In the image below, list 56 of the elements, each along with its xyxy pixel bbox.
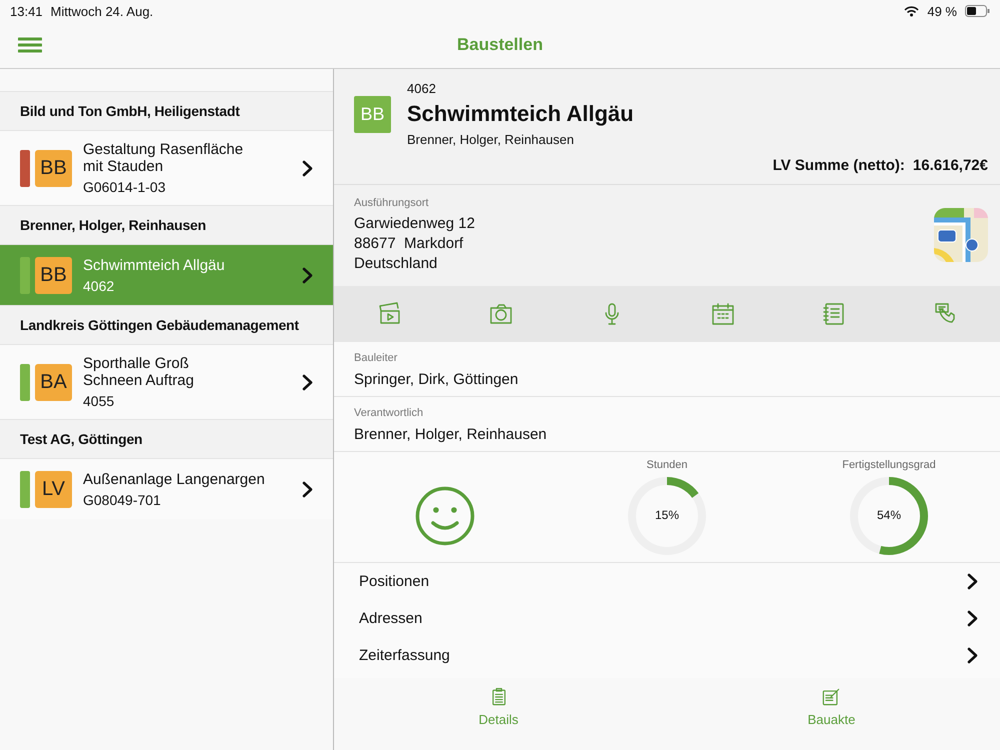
wifi-icon: [904, 6, 920, 16]
field-label: Ausführungsort: [354, 197, 430, 209]
type-badge: BA: [35, 364, 72, 400]
item-title: Gestaltung Rasenfläche mit Stauden: [83, 141, 244, 175]
battery-icon: [965, 5, 990, 17]
calendar-icon[interactable]: [710, 301, 736, 327]
chevron-icon: [967, 573, 978, 590]
group-header: Brenner, Holger, Reinhausen: [0, 205, 333, 245]
battery-percent: 49 %: [927, 4, 957, 18]
item-title: Schwimmteich Allgäu: [83, 256, 226, 274]
chevron-icon: [302, 480, 313, 498]
type-badge: BB: [35, 256, 72, 294]
address-line: Garwiedenweg 12: [354, 215, 476, 232]
item-number: 4062: [83, 278, 116, 294]
nav-row[interactable]: Positionen: [334, 563, 1000, 600]
type-badge: BB: [354, 96, 391, 132]
group-header: Test AG, Göttingen: [0, 419, 333, 459]
nav-row[interactable]: Adressen: [334, 600, 1000, 637]
status-date: Mittwoch 24. Aug.: [50, 4, 154, 18]
item-title: Sporthalle Groß Schneen Auftrag: [83, 355, 195, 389]
gauge-reading: 15%: [654, 508, 680, 522]
group-header: Landkreis Göttingen Gebäudemanagement: [0, 305, 333, 345]
type-badge: BB: [35, 150, 72, 186]
item-number: G08049-701: [83, 492, 162, 508]
chevron-icon: [967, 610, 978, 627]
group-header: Bild und Ton GmbH, Heiligenstadt: [0, 91, 333, 131]
address-line: Deutschland: [354, 255, 438, 272]
field-label: Verantwortlich: [354, 407, 424, 419]
chevron-icon: [302, 374, 313, 390]
type-badge: LV: [35, 470, 72, 508]
item-number: G06014-1-03: [83, 179, 167, 195]
nav-row[interactable]: Zeiterfassung: [334, 637, 1000, 674]
status-time: 13:41: [10, 4, 43, 18]
client-name: Brenner, Holger, Reinhausen: [407, 132, 575, 147]
item-number: 4055: [83, 393, 116, 409]
smiley-icon: [415, 486, 475, 546]
chevron-icon: [967, 647, 978, 664]
project-number: 4062: [407, 81, 437, 96]
chevron-icon: [302, 266, 313, 284]
field-value: Springer, Dirk, Göttingen: [354, 371, 520, 388]
project-title: Schwimmteich Allgäu: [407, 101, 634, 127]
sum-value: 16.616,72€: [912, 157, 988, 174]
menu-icon[interactable]: [18, 37, 42, 53]
map-icon[interactable]: [934, 208, 988, 262]
chevron-icon: [302, 160, 313, 176]
gauge-label: Fertigstellungsgrad: [842, 458, 936, 472]
gauge-label: Stunden: [646, 458, 688, 472]
gauge-reading: 54%: [876, 508, 902, 522]
list-item[interactable]: BB Schwimmteich Allgäu 4062: [0, 245, 333, 305]
item-title: Außenanlage Langenargen: [83, 470, 266, 488]
sum-label: LV Summe (netto):: [772, 157, 905, 174]
field-value: Brenner, Holger, Reinhausen: [354, 426, 548, 443]
nav-title: Baustellen: [456, 35, 544, 55]
notebook-icon[interactable]: [820, 301, 846, 327]
field-label: Bauleiter: [354, 352, 398, 364]
address-line: 88677 Markdorf: [354, 235, 464, 252]
